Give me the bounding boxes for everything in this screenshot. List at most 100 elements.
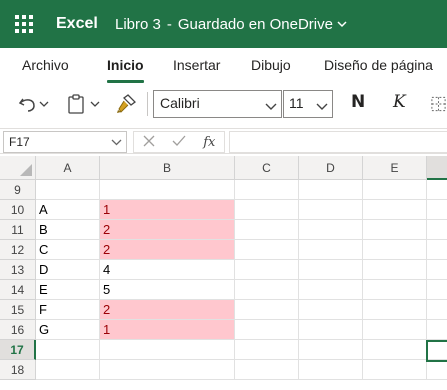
cell-c-12[interactable] [235, 240, 299, 260]
cell-c-13[interactable] [235, 260, 299, 280]
select-all-button[interactable] [0, 156, 36, 180]
cell-f-17[interactable] [427, 340, 447, 360]
name-box[interactable]: F17 [3, 131, 127, 153]
cell-d-16[interactable] [299, 320, 363, 340]
row-header[interactable]: 15 [0, 300, 36, 320]
cell-a-10[interactable]: A [36, 200, 100, 220]
cell-e-11[interactable] [363, 220, 427, 240]
cell-a-13[interactable]: D [36, 260, 100, 280]
cell-f-9[interactable] [427, 180, 447, 200]
cell-a-16[interactable]: G [36, 320, 100, 340]
column-header-c[interactable]: C [235, 156, 299, 180]
cell-c-18[interactable] [235, 360, 299, 380]
row-header[interactable]: 9 [0, 180, 36, 200]
cell-d-12[interactable] [299, 240, 363, 260]
cell-b-9[interactable] [100, 180, 235, 200]
format-painter-icon[interactable] [114, 92, 138, 116]
insert-function-button[interactable]: fx [203, 135, 215, 150]
row-header[interactable]: 10 [0, 200, 36, 220]
cell-c-11[interactable] [235, 220, 299, 240]
cell-f-16[interactable] [427, 320, 447, 340]
cell-d-11[interactable] [299, 220, 363, 240]
cell-e-9[interactable] [363, 180, 427, 200]
cell-a-11[interactable]: B [36, 220, 100, 240]
cell-f-10[interactable] [427, 200, 447, 220]
cell-c-15[interactable] [235, 300, 299, 320]
cell-b-13[interactable]: 4 [100, 260, 235, 280]
cell-e-10[interactable] [363, 200, 427, 220]
row-header[interactable]: 13 [0, 260, 36, 280]
cell-f-18[interactable] [427, 360, 447, 380]
column-header-b[interactable]: B [100, 156, 235, 180]
cell-e-18[interactable] [363, 360, 427, 380]
tab-inicio[interactable]: Inicio [107, 57, 144, 83]
row-header[interactable]: 17 [0, 340, 36, 360]
column-header-e[interactable]: E [363, 156, 427, 180]
cell-a-12[interactable]: C [36, 240, 100, 260]
bold-button[interactable]: N [351, 92, 365, 112]
italic-button[interactable]: K [393, 92, 406, 112]
column-header-a[interactable]: A [36, 156, 100, 180]
cell-c-9[interactable] [235, 180, 299, 200]
app-launcher-icon[interactable] [15, 15, 33, 33]
cell-d-18[interactable] [299, 360, 363, 380]
font-name-select[interactable]: Calibri [153, 90, 282, 118]
font-size-select[interactable]: 11 [283, 90, 333, 118]
cell-e-14[interactable] [363, 280, 427, 300]
cell-c-16[interactable] [235, 320, 299, 340]
cell-c-10[interactable] [235, 200, 299, 220]
cell-b-11[interactable]: 2 [100, 220, 235, 240]
cell-b-18[interactable] [100, 360, 235, 380]
formula-input[interactable] [229, 131, 447, 153]
cell-a-15[interactable]: F [36, 300, 100, 320]
cell-d-15[interactable] [299, 300, 363, 320]
undo-dropdown-icon[interactable] [39, 96, 49, 112]
cell-f-12[interactable] [427, 240, 447, 260]
row-header[interactable]: 18 [0, 360, 36, 380]
cell-e-13[interactable] [363, 260, 427, 280]
paste-dropdown-icon[interactable] [89, 96, 101, 112]
cell-a-9[interactable] [36, 180, 100, 200]
cell-b-14[interactable]: 5 [100, 280, 235, 300]
cell-f-13[interactable] [427, 260, 447, 280]
cell-a-18[interactable] [36, 360, 100, 380]
app-name[interactable]: Excel [56, 15, 98, 33]
tab-insertar[interactable]: Insertar [173, 57, 220, 73]
tab-dibujo[interactable]: Dibujo [251, 57, 291, 73]
cell-c-17[interactable] [235, 340, 299, 360]
column-header-d[interactable]: D [299, 156, 363, 180]
enter-check-icon[interactable] [172, 134, 186, 150]
cell-e-12[interactable] [363, 240, 427, 260]
cell-d-9[interactable] [299, 180, 363, 200]
cell-e-17[interactable] [363, 340, 427, 360]
cell-f-11[interactable] [427, 220, 447, 240]
paste-icon[interactable] [65, 93, 87, 115]
cell-d-14[interactable] [299, 280, 363, 300]
borders-icon[interactable] [430, 95, 447, 113]
tab-archivo[interactable]: Archivo [22, 57, 69, 73]
cell-f-14[interactable] [427, 280, 447, 300]
cell-b-10[interactable]: 1 [100, 200, 235, 220]
cell-d-17[interactable] [299, 340, 363, 360]
cell-b-17[interactable] [100, 340, 235, 360]
row-header[interactable]: 12 [0, 240, 36, 260]
row-header[interactable]: 14 [0, 280, 36, 300]
cell-e-15[interactable] [363, 300, 427, 320]
cancel-icon[interactable] [143, 134, 155, 150]
cell-d-13[interactable] [299, 260, 363, 280]
cell-c-14[interactable] [235, 280, 299, 300]
cell-b-16[interactable]: 1 [100, 320, 235, 340]
cell-f-15[interactable] [427, 300, 447, 320]
cell-a-17[interactable] [36, 340, 100, 360]
cell-d-10[interactable] [299, 200, 363, 220]
cell-b-12[interactable]: 2 [100, 240, 235, 260]
cell-b-15[interactable]: 2 [100, 300, 235, 320]
document-title[interactable]: Libro 3 - Guardado en OneDrive [115, 16, 347, 33]
cell-e-16[interactable] [363, 320, 427, 340]
cell-a-14[interactable]: E [36, 280, 100, 300]
row-header[interactable]: 11 [0, 220, 36, 240]
row-header[interactable]: 16 [0, 320, 36, 340]
undo-icon[interactable] [18, 93, 38, 115]
tab-diseno-de-pagina[interactable]: Diseño de página [324, 57, 433, 73]
column-header-f[interactable] [427, 156, 447, 180]
